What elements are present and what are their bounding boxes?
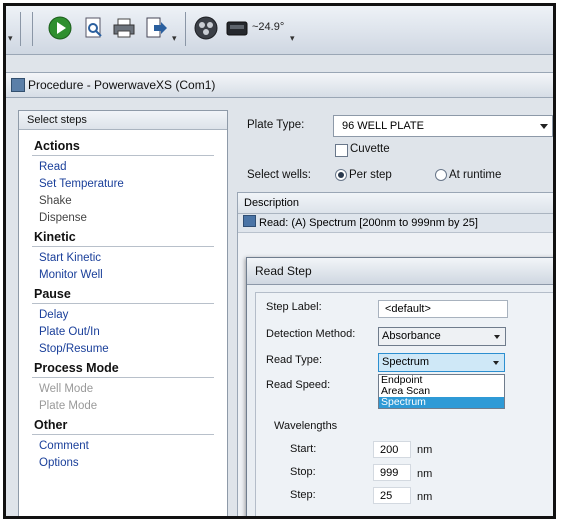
group-actions: Actions Read Set Temperature Shake Dispe… [32,136,214,227]
group-title-actions: Actions [32,136,214,156]
step-wavelength-label: Step: [290,489,316,501]
plate-type-value: 96 WELL PLATE [342,120,424,132]
toolbar-separator [185,12,186,46]
reels-icon[interactable] [193,15,219,41]
plate-type-select[interactable]: 96 WELL PLATE [333,115,553,137]
step-stop-resume[interactable]: Stop/Resume [32,341,214,358]
chevron-down-icon [494,335,500,339]
plate-type-label: Plate Type: [247,119,305,131]
detection-method-select[interactable]: Absorbance [378,327,506,346]
toolbar-dropdown-arrow-icon[interactable]: ▾ [8,33,13,44]
window-icon [11,78,25,92]
select-steps-panel: Select steps Actions Read Set Temperatur… [18,110,228,516]
select-wells-label: Select wells: [247,169,311,181]
stop-label: Stop: [290,466,316,478]
start-label: Start: [290,443,317,455]
cuvette-label: Cuvette [350,143,390,155]
wavelengths-label: Wavelengths [274,420,338,432]
chevron-down-icon [493,361,499,365]
read-type-value: Spectrum [382,356,430,368]
start-wavelength-input[interactable]: 200 [373,441,411,458]
step-plate-mode: Plate Mode [39,400,98,412]
group-kinetic: Kinetic Start Kinetic Monitor Well [32,227,214,284]
window-titlebar: Procedure - PowerwaveXS (Com1) [6,72,553,98]
description-row-prefix: Read: [259,217,289,229]
stop-unit: nm [417,468,433,480]
group-other: Other Comment Options [32,415,214,472]
export-dropdown-arrow-icon[interactable]: ▾ [172,33,177,44]
chevron-down-icon [540,124,548,129]
temperature-dropdown-arrow-icon[interactable]: ▾ [290,33,295,44]
select-steps-header: Select steps [19,111,227,130]
step-options[interactable]: Options [32,455,214,472]
description-header: Description [238,193,553,214]
read-type-select[interactable]: Spectrum [378,353,505,372]
step-dispense[interactable]: Dispense [32,210,214,227]
description-step-row[interactable]: Read: (A) Spectrum [200nm to 999nm by 25… [238,214,553,233]
step-label-label: Step Label: [266,301,322,313]
step-start-kinetic[interactable]: Start Kinetic [32,250,214,267]
step-comment[interactable]: Comment [32,438,214,455]
start-unit: nm [417,444,433,456]
step-read[interactable]: Read [32,159,214,176]
photo-frame: ▾ ▾ ~24.9° ▾ Procedure - PowerwaveXS (Co… [3,3,556,519]
per-step-label: Per step [349,169,392,181]
description-row-text: (A) Spectrum [200nm to 999nm by 25] [291,217,478,229]
play-icon[interactable] [47,15,73,41]
group-process-mode: Process Mode Well Mode Plate Mode [32,358,214,415]
step-delay[interactable]: Delay [32,307,214,324]
group-pause: Pause Delay Plate Out/In Stop/Resume [32,284,214,358]
read-type-dropdown-list: Endpoint Area Scan Spectrum [378,374,505,409]
step-unit: nm [417,491,433,503]
group-title-kinetic: Kinetic [32,227,214,247]
toolbar-separator [32,12,33,46]
at-runtime-radio[interactable] [435,169,447,181]
printer-icon[interactable] [111,15,137,41]
step-plate-out-in[interactable]: Plate Out/In [32,324,214,341]
detection-method-value: Absorbance [382,330,441,342]
main-toolbar: ▾ ▾ ~24.9° ▾ [6,6,553,55]
read-type-label: Read Type: [266,354,323,366]
plate-reader-icon[interactable] [224,15,250,41]
step-wavelength-input[interactable]: 25 [373,487,411,504]
at-runtime-label: At runtime [449,169,502,181]
per-step-radio[interactable] [335,169,347,181]
cuvette-checkbox[interactable] [335,144,348,157]
step-label-input[interactable]: <default> [378,300,508,318]
step-set-temperature[interactable]: Set Temperature [32,176,214,193]
step-monitor-well[interactable]: Monitor Well [32,267,214,284]
temperature-readout: ~24.9° [252,21,285,33]
group-title-pause: Pause [32,284,214,304]
read-speed-label: Read Speed: [266,379,331,391]
window-title: Procedure - PowerwaveXS (Com1) [28,78,216,92]
export-icon[interactable] [143,15,169,41]
group-title-other: Other [32,415,214,435]
detection-method-label: Detection Method: [266,328,356,340]
stop-wavelength-input[interactable]: 999 [373,464,411,481]
search-doc-icon[interactable] [81,15,107,41]
toolbar-separator [20,12,21,46]
read-type-option-spectrum[interactable]: Spectrum [379,397,504,408]
dialog-title: Read Step [247,258,553,285]
read-step-icon [243,215,256,227]
group-title-process-mode: Process Mode [32,358,214,378]
step-shake[interactable]: Shake [32,193,214,210]
step-well-mode: Well Mode [39,383,94,395]
